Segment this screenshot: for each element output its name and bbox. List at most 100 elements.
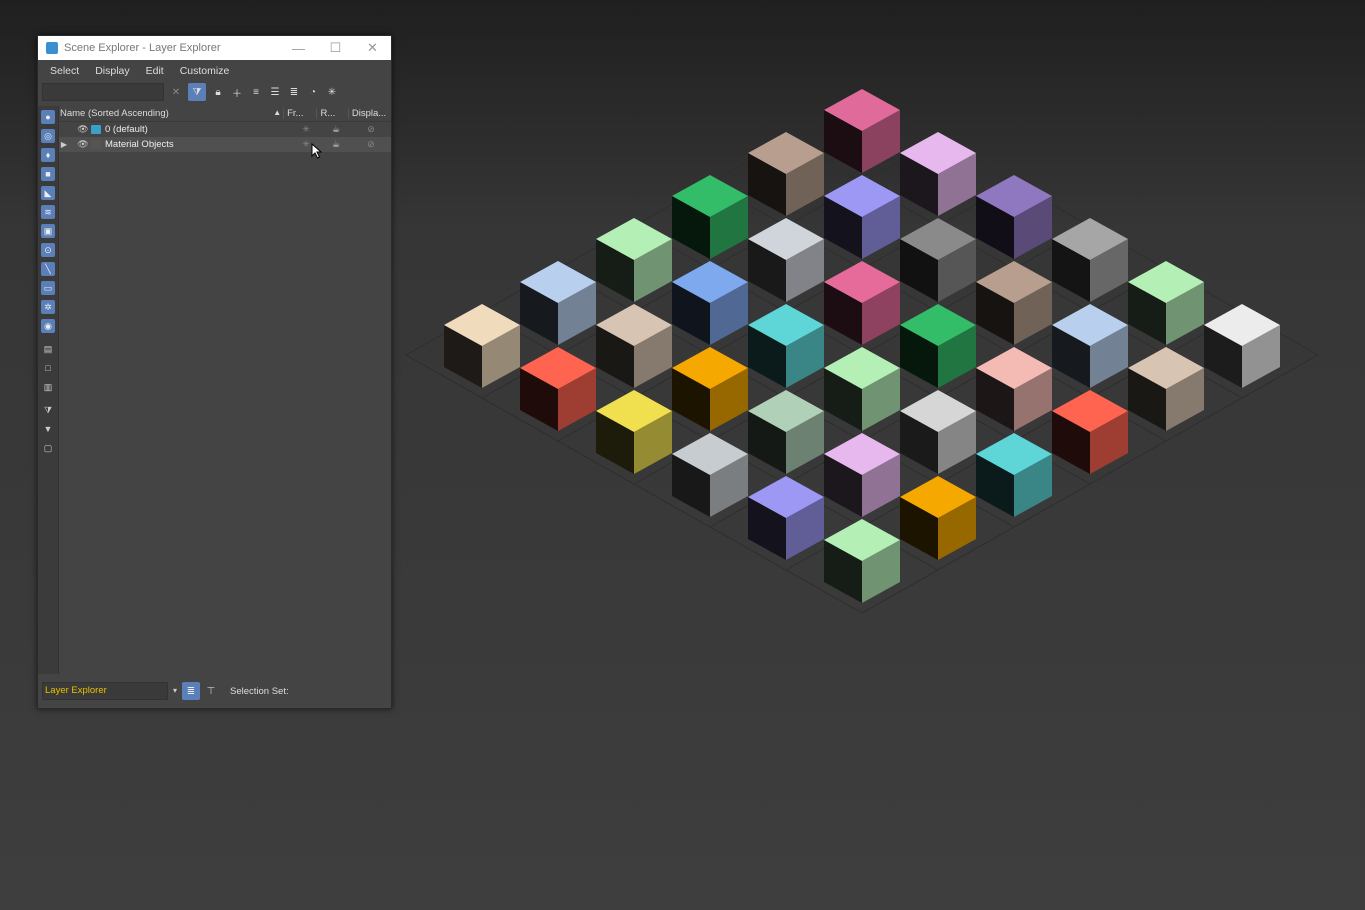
cube[interactable]: [596, 390, 672, 474]
cube[interactable]: [748, 218, 824, 302]
containers-icon[interactable]: ▭: [41, 281, 55, 295]
layer-mode-icon[interactable]: ≣: [182, 682, 200, 700]
freeze-toggle-icon[interactable]: ✳: [291, 124, 321, 135]
cube[interactable]: [672, 175, 748, 259]
menu-select[interactable]: Select: [42, 65, 87, 77]
layer-row-default[interactable]: 👁︎ 0 (default) ✳ ☕︎ ⊘: [59, 122, 391, 137]
spacewarps-icon[interactable]: ≋: [41, 205, 55, 219]
cube[interactable]: [824, 519, 900, 603]
sync-icon[interactable]: ▢: [41, 441, 55, 455]
cube[interactable]: [824, 89, 900, 173]
lock-icon[interactable]: 🔒︎: [211, 85, 225, 99]
add-to-layer-icon[interactable]: ≡: [249, 85, 263, 99]
cube[interactable]: [672, 261, 748, 345]
display-toggle-icon[interactable]: ⊘: [351, 139, 391, 150]
explorer-dropdown[interactable]: Layer Explorer ▾: [42, 682, 177, 700]
cube[interactable]: [900, 218, 976, 302]
clear-search-icon[interactable]: ✕: [169, 85, 183, 99]
window-title: Scene Explorer - Layer Explorer: [64, 42, 221, 54]
cube[interactable]: [824, 261, 900, 345]
cameras-icon[interactable]: ■: [41, 167, 55, 181]
cube[interactable]: [900, 390, 976, 474]
filter-toggle-icon[interactable]: ⧩: [188, 83, 206, 101]
cube[interactable]: [976, 261, 1052, 345]
filter-funnel-icon[interactable]: ▼: [41, 422, 55, 436]
cube[interactable]: [900, 132, 976, 216]
cube[interactable]: [672, 347, 748, 431]
cube[interactable]: [748, 476, 824, 560]
hide-icon[interactable]: ◔: [306, 85, 320, 99]
app-icon: [46, 42, 58, 54]
render-toggle-icon[interactable]: ☕︎: [321, 139, 351, 150]
layer-icon: [91, 140, 101, 149]
menu-customize[interactable]: Customize: [172, 65, 238, 77]
scene-explorer-window[interactable]: Scene Explorer - Layer Explorer — ☐ ✕ Se…: [37, 35, 392, 709]
column-name[interactable]: Name (Sorted Ascending) ▲: [59, 108, 283, 119]
cube[interactable]: [824, 433, 900, 517]
render-toggle-icon[interactable]: ☕︎: [321, 124, 351, 135]
close-button[interactable]: ✕: [354, 36, 391, 60]
groups-icon[interactable]: ▣: [41, 224, 55, 238]
cube[interactable]: [900, 476, 976, 560]
xrefs-icon[interactable]: ⊙: [41, 243, 55, 257]
expand-arrow-icon[interactable]: ▶: [59, 140, 69, 149]
cube[interactable]: [444, 304, 520, 388]
cube[interactable]: [1128, 347, 1204, 431]
cube[interactable]: [1052, 218, 1128, 302]
cube[interactable]: [748, 132, 824, 216]
geometry-icon[interactable]: ●: [41, 110, 55, 124]
select-layer-objects-icon[interactable]: ☰: [268, 85, 282, 99]
menu-edit[interactable]: Edit: [138, 65, 172, 77]
toolbar: ✕ ⧩ 🔒︎ ＋ ≡ ☰ ≣ ◔ ✳: [38, 81, 391, 103]
cube[interactable]: [520, 261, 596, 345]
column-frozen[interactable]: Fr...: [283, 108, 316, 119]
cube[interactable]: [824, 347, 900, 431]
cube[interactable]: [1204, 304, 1280, 388]
column-display[interactable]: Displa...: [347, 108, 391, 119]
column-renderable[interactable]: R...: [316, 108, 347, 119]
bones-icon[interactable]: ╲: [41, 262, 55, 276]
lights-icon[interactable]: ♦: [41, 148, 55, 162]
helpers-icon[interactable]: ◣: [41, 186, 55, 200]
minimize-button[interactable]: —: [280, 36, 317, 60]
cube[interactable]: [596, 304, 672, 388]
cube[interactable]: [1128, 261, 1204, 345]
filter-sidebar: ● ◎ ♦ ■ ◣ ≋ ▣ ⊙ ╲ ▭ ✲ ◉ ▤ □ ▥ ⧩ ▼ ▢: [38, 106, 59, 674]
cube[interactable]: [520, 347, 596, 431]
visibility-eye-icon[interactable]: 👁︎: [77, 124, 89, 135]
invert-icon[interactable]: ▥: [41, 380, 55, 394]
cube[interactable]: [748, 390, 824, 474]
hierarchy-mode-icon[interactable]: ⊤: [202, 682, 220, 700]
cube[interactable]: [976, 347, 1052, 431]
freeze-icon[interactable]: ✳: [325, 85, 339, 99]
display-toggle-icon[interactable]: ⊘: [351, 124, 391, 135]
cube[interactable]: [824, 175, 900, 259]
cube[interactable]: [1052, 304, 1128, 388]
layer-name[interactable]: Material Objects: [105, 139, 291, 150]
menu-display[interactable]: Display: [87, 65, 137, 77]
frozen-icon[interactable]: ✲: [41, 300, 55, 314]
layer-stack-icon[interactable]: ≣: [287, 85, 301, 99]
maximize-button[interactable]: ☐: [317, 36, 354, 60]
cube[interactable]: [596, 218, 672, 302]
layer-row-material-objects[interactable]: ▶ 👁︎ Material Objects ✳ ☕︎ ⊘: [59, 137, 391, 152]
cube[interactable]: [1052, 390, 1128, 474]
status-bar: Layer Explorer ▾ ≣ ⊤ Selection Set:: [38, 674, 391, 708]
filter-icon[interactable]: ⧩: [41, 403, 55, 417]
search-input[interactable]: [42, 83, 164, 101]
all-icon[interactable]: ▤: [41, 342, 55, 356]
layer-name[interactable]: 0 (default): [105, 124, 291, 135]
cube[interactable]: [900, 304, 976, 388]
cube[interactable]: [748, 304, 824, 388]
layer-list[interactable]: Name (Sorted Ascending) ▲ Fr... R... Dis…: [59, 106, 391, 674]
cube[interactable]: [976, 175, 1052, 259]
hidden-icon[interactable]: ◉: [41, 319, 55, 333]
shapes-icon[interactable]: ◎: [41, 129, 55, 143]
visibility-eye-icon[interactable]: 👁︎: [77, 139, 89, 150]
title-bar[interactable]: Scene Explorer - Layer Explorer — ☐ ✕: [38, 36, 391, 60]
cube[interactable]: [976, 433, 1052, 517]
cube[interactable]: [672, 433, 748, 517]
selection-set-label: Selection Set:: [230, 685, 289, 697]
new-layer-icon[interactable]: ＋: [230, 85, 244, 100]
none-icon[interactable]: □: [41, 361, 55, 375]
